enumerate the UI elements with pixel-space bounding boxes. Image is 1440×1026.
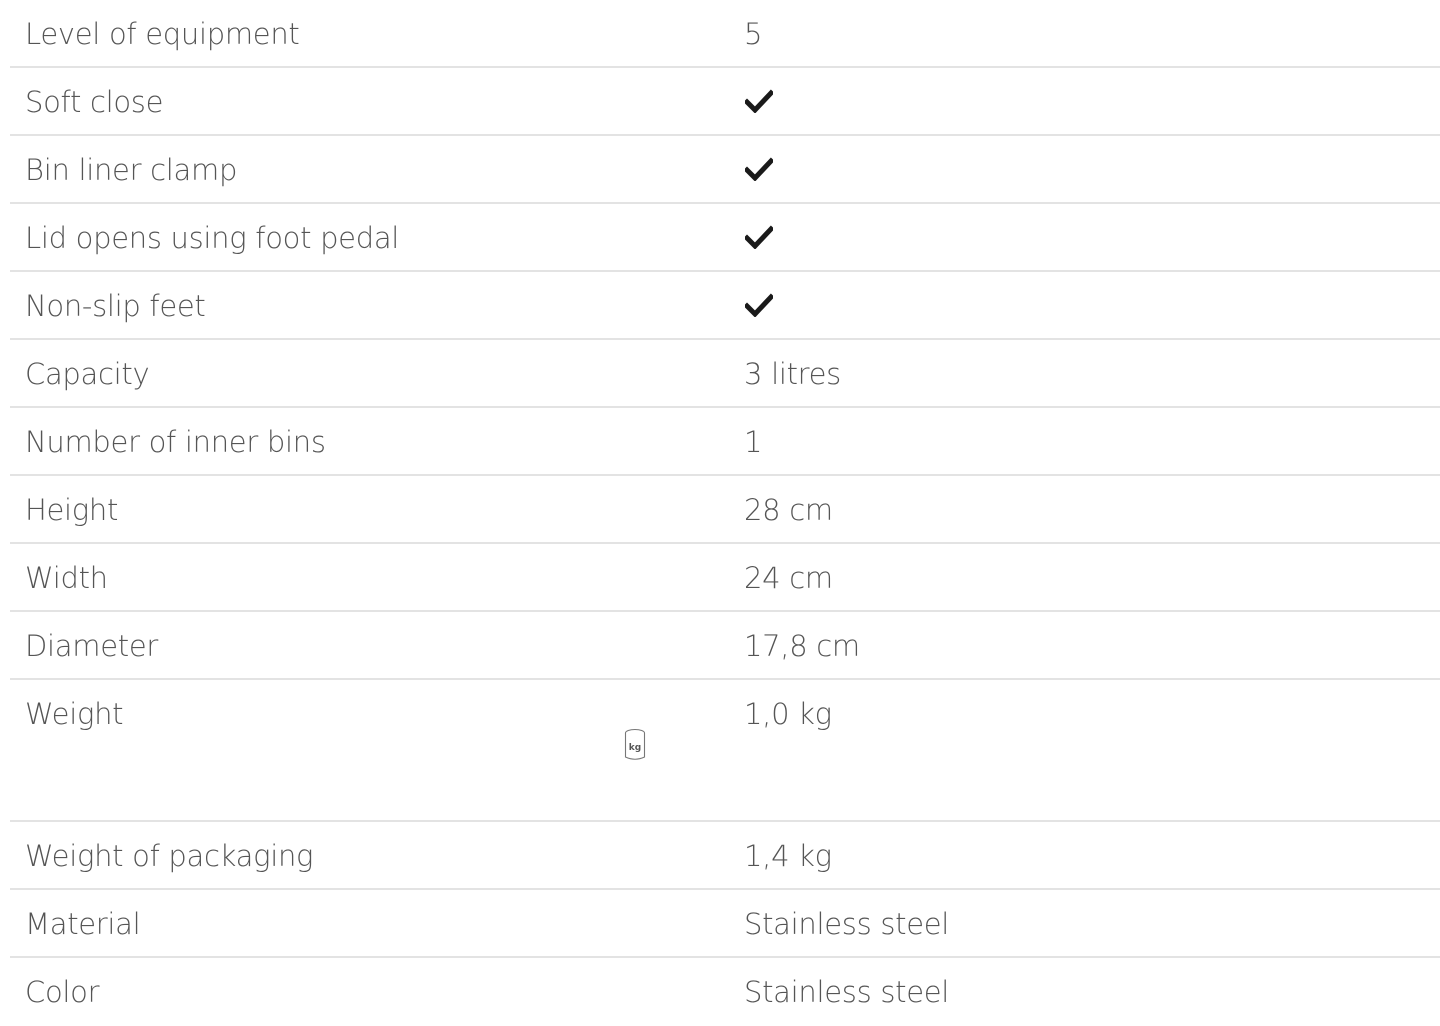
spec-row-material: Material Stainless steel	[10, 890, 1440, 958]
spec-value: 3 litres	[744, 357, 841, 391]
spec-row-non-slip-feet: Non-slip feet	[10, 272, 1440, 340]
check-icon	[745, 157, 773, 181]
spec-row-weight: Weight 1,0 kg kg	[10, 680, 1440, 822]
spec-row-lid-opens-foot-pedal: Lid opens using foot pedal	[10, 204, 1440, 272]
spec-value: 24 cm	[744, 561, 833, 595]
check-icon	[745, 89, 773, 113]
spec-value: 28 cm	[744, 493, 833, 527]
check-icon	[745, 293, 773, 317]
spec-value: 1,0 kg	[744, 697, 832, 731]
spec-row-color: Color Stainless steel	[10, 958, 1440, 1026]
spec-label: Weight	[25, 697, 124, 731]
spec-row-weight-of-packaging: Weight of packaging 1,4 kg	[10, 822, 1440, 890]
spec-row-diameter: Diameter 17,8 cm	[10, 612, 1440, 680]
spec-value: Stainless steel	[744, 907, 950, 941]
spec-row-height: Height 28 cm	[10, 476, 1440, 544]
spec-row-bin-liner-clamp: Bin liner clamp	[10, 136, 1440, 204]
spec-label: Capacity	[25, 357, 150, 391]
spec-table: Level of equipment 5 Soft close Bin line…	[10, 0, 1440, 1026]
spec-value: 5	[744, 17, 763, 51]
spec-row-soft-close: Soft close	[10, 68, 1440, 136]
spec-value: 1	[744, 425, 763, 459]
spec-label: Lid opens using foot pedal	[25, 221, 400, 255]
spec-label: Width	[25, 561, 108, 595]
spec-label: Bin liner clamp	[25, 153, 238, 187]
spec-label: Level of equipment	[25, 17, 300, 51]
spec-label: Height	[25, 493, 119, 527]
spec-row-number-of-inner-bins: Number of inner bins 1	[10, 408, 1440, 476]
spec-row-level-of-equipment: Level of equipment 5	[10, 0, 1440, 68]
spec-label: Soft close	[25, 85, 164, 119]
spec-label: Diameter	[25, 629, 158, 663]
spec-label: Weight of packaging	[25, 839, 314, 873]
spec-value: Stainless steel	[744, 975, 950, 1009]
spec-label: Material	[25, 907, 141, 941]
kg-icon-text: kg	[629, 743, 641, 753]
spec-row-width: Width 24 cm	[10, 544, 1440, 612]
spec-label: Non-slip feet	[25, 289, 206, 323]
kg-weight-icon: kg	[624, 728, 646, 760]
spec-row-capacity: Capacity 3 litres	[10, 340, 1440, 408]
spec-value: 1,4 kg	[744, 839, 832, 873]
spec-label: Number of inner bins	[25, 425, 326, 459]
check-icon	[745, 225, 773, 249]
spec-label: Color	[25, 975, 100, 1009]
spec-value: 17,8 cm	[744, 629, 860, 663]
